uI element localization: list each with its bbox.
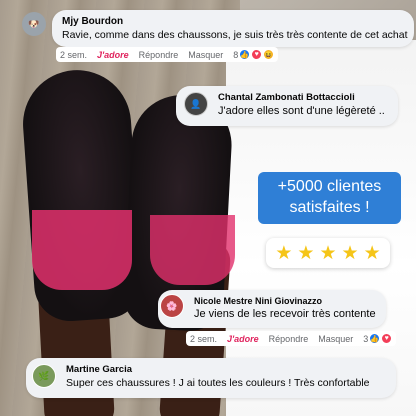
commenter-name[interactable]: Chantal Zambonati Bottaccioli <box>218 92 388 103</box>
love-reaction-button[interactable]: J'adore <box>97 50 129 60</box>
star-icon: ★ <box>341 242 359 264</box>
hide-button[interactable]: Masquer <box>318 334 353 344</box>
comment-text: J'adore elles sont d'une légèreté .. <box>218 105 385 117</box>
comment-actions: 2 sem. J'adore Répondre Masquer 3 👍 ♥ <box>186 331 397 346</box>
heart-icon: ♥ <box>381 333 393 344</box>
promo-line-2: satisfaites ! <box>289 199 370 216</box>
avatar[interactable]: 🐶 <box>22 12 46 36</box>
reaction-summary[interactable]: 8 👍 ♥ 😆 <box>233 49 275 60</box>
rating-stars: ★ ★ ★ ★ ★ <box>266 238 390 268</box>
comment-text: Super ces chaussures ! J ai toutes les c… <box>66 377 370 389</box>
commenter-name[interactable]: Nicole Mestre Nini Giovinazzo <box>194 296 376 306</box>
reply-button[interactable]: Répondre <box>269 334 309 344</box>
comment-bubble: Chantal Zambonati Bottaccioli J'adore el… <box>176 86 398 126</box>
ad-image: 🐶 Mjy Bourdon Ravie, comme dans des chau… <box>0 0 416 416</box>
comment-bubble: Nicole Mestre Nini Giovinazzo Je viens d… <box>158 290 386 328</box>
promo-line-1: +5000 clientes <box>277 178 382 195</box>
comment-card: Nicole Mestre Nini Giovinazzo Je viens d… <box>158 290 386 328</box>
avatar[interactable]: 🌸 <box>160 294 184 318</box>
comment-bubble: Mjy Bourdon Ravie, comme dans des chauss… <box>52 10 414 47</box>
comment-time[interactable]: 2 sem. <box>60 50 87 60</box>
reply-button[interactable]: Répondre <box>139 50 179 60</box>
reaction-count: 3 <box>363 333 369 344</box>
comment-card: 🐶 Mjy Bourdon Ravie, comme dans des chau… <box>22 10 414 47</box>
star-icon: ★ <box>275 242 293 264</box>
promo-banner: +5000 clientes satisfaites ! <box>258 172 401 224</box>
commenter-name[interactable]: Martine Garcia <box>66 364 386 375</box>
comment-card: Martine Garcia Super ces chaussures ! J … <box>26 358 396 398</box>
comment-text: Je viens de les recevoir très contente <box>194 308 376 320</box>
heart-icon: ♥ <box>251 49 263 60</box>
left-sneaker-pink-accent <box>32 210 132 290</box>
comment-actions: 2 sem. J'adore Répondre Masquer 8 👍 ♥ 😆 <box>56 47 279 62</box>
comment-time[interactable]: 2 sem. <box>190 334 217 344</box>
right-sneaker-pink-accent <box>150 215 235 285</box>
laugh-icon: 😆 <box>263 49 275 60</box>
like-icon: 👍 <box>239 49 251 60</box>
like-icon: 👍 <box>369 333 381 344</box>
comment-card: Chantal Zambonati Bottaccioli J'adore el… <box>176 86 398 126</box>
reaction-summary[interactable]: 3 👍 ♥ <box>363 333 393 344</box>
star-icon: ★ <box>363 242 381 264</box>
comment-bubble: Martine Garcia Super ces chaussures ! J … <box>26 358 396 398</box>
star-icon: ★ <box>319 242 337 264</box>
avatar[interactable]: 👤 <box>184 92 208 116</box>
commenter-name[interactable]: Mjy Bourdon <box>62 16 404 27</box>
star-icon: ★ <box>297 242 315 264</box>
comment-text: Ravie, comme dans des chaussons, je suis… <box>62 29 408 41</box>
avatar[interactable]: 🌿 <box>32 364 56 388</box>
reaction-count: 8 <box>233 49 239 60</box>
hide-button[interactable]: Masquer <box>188 50 223 60</box>
love-reaction-button[interactable]: J'adore <box>227 334 259 344</box>
